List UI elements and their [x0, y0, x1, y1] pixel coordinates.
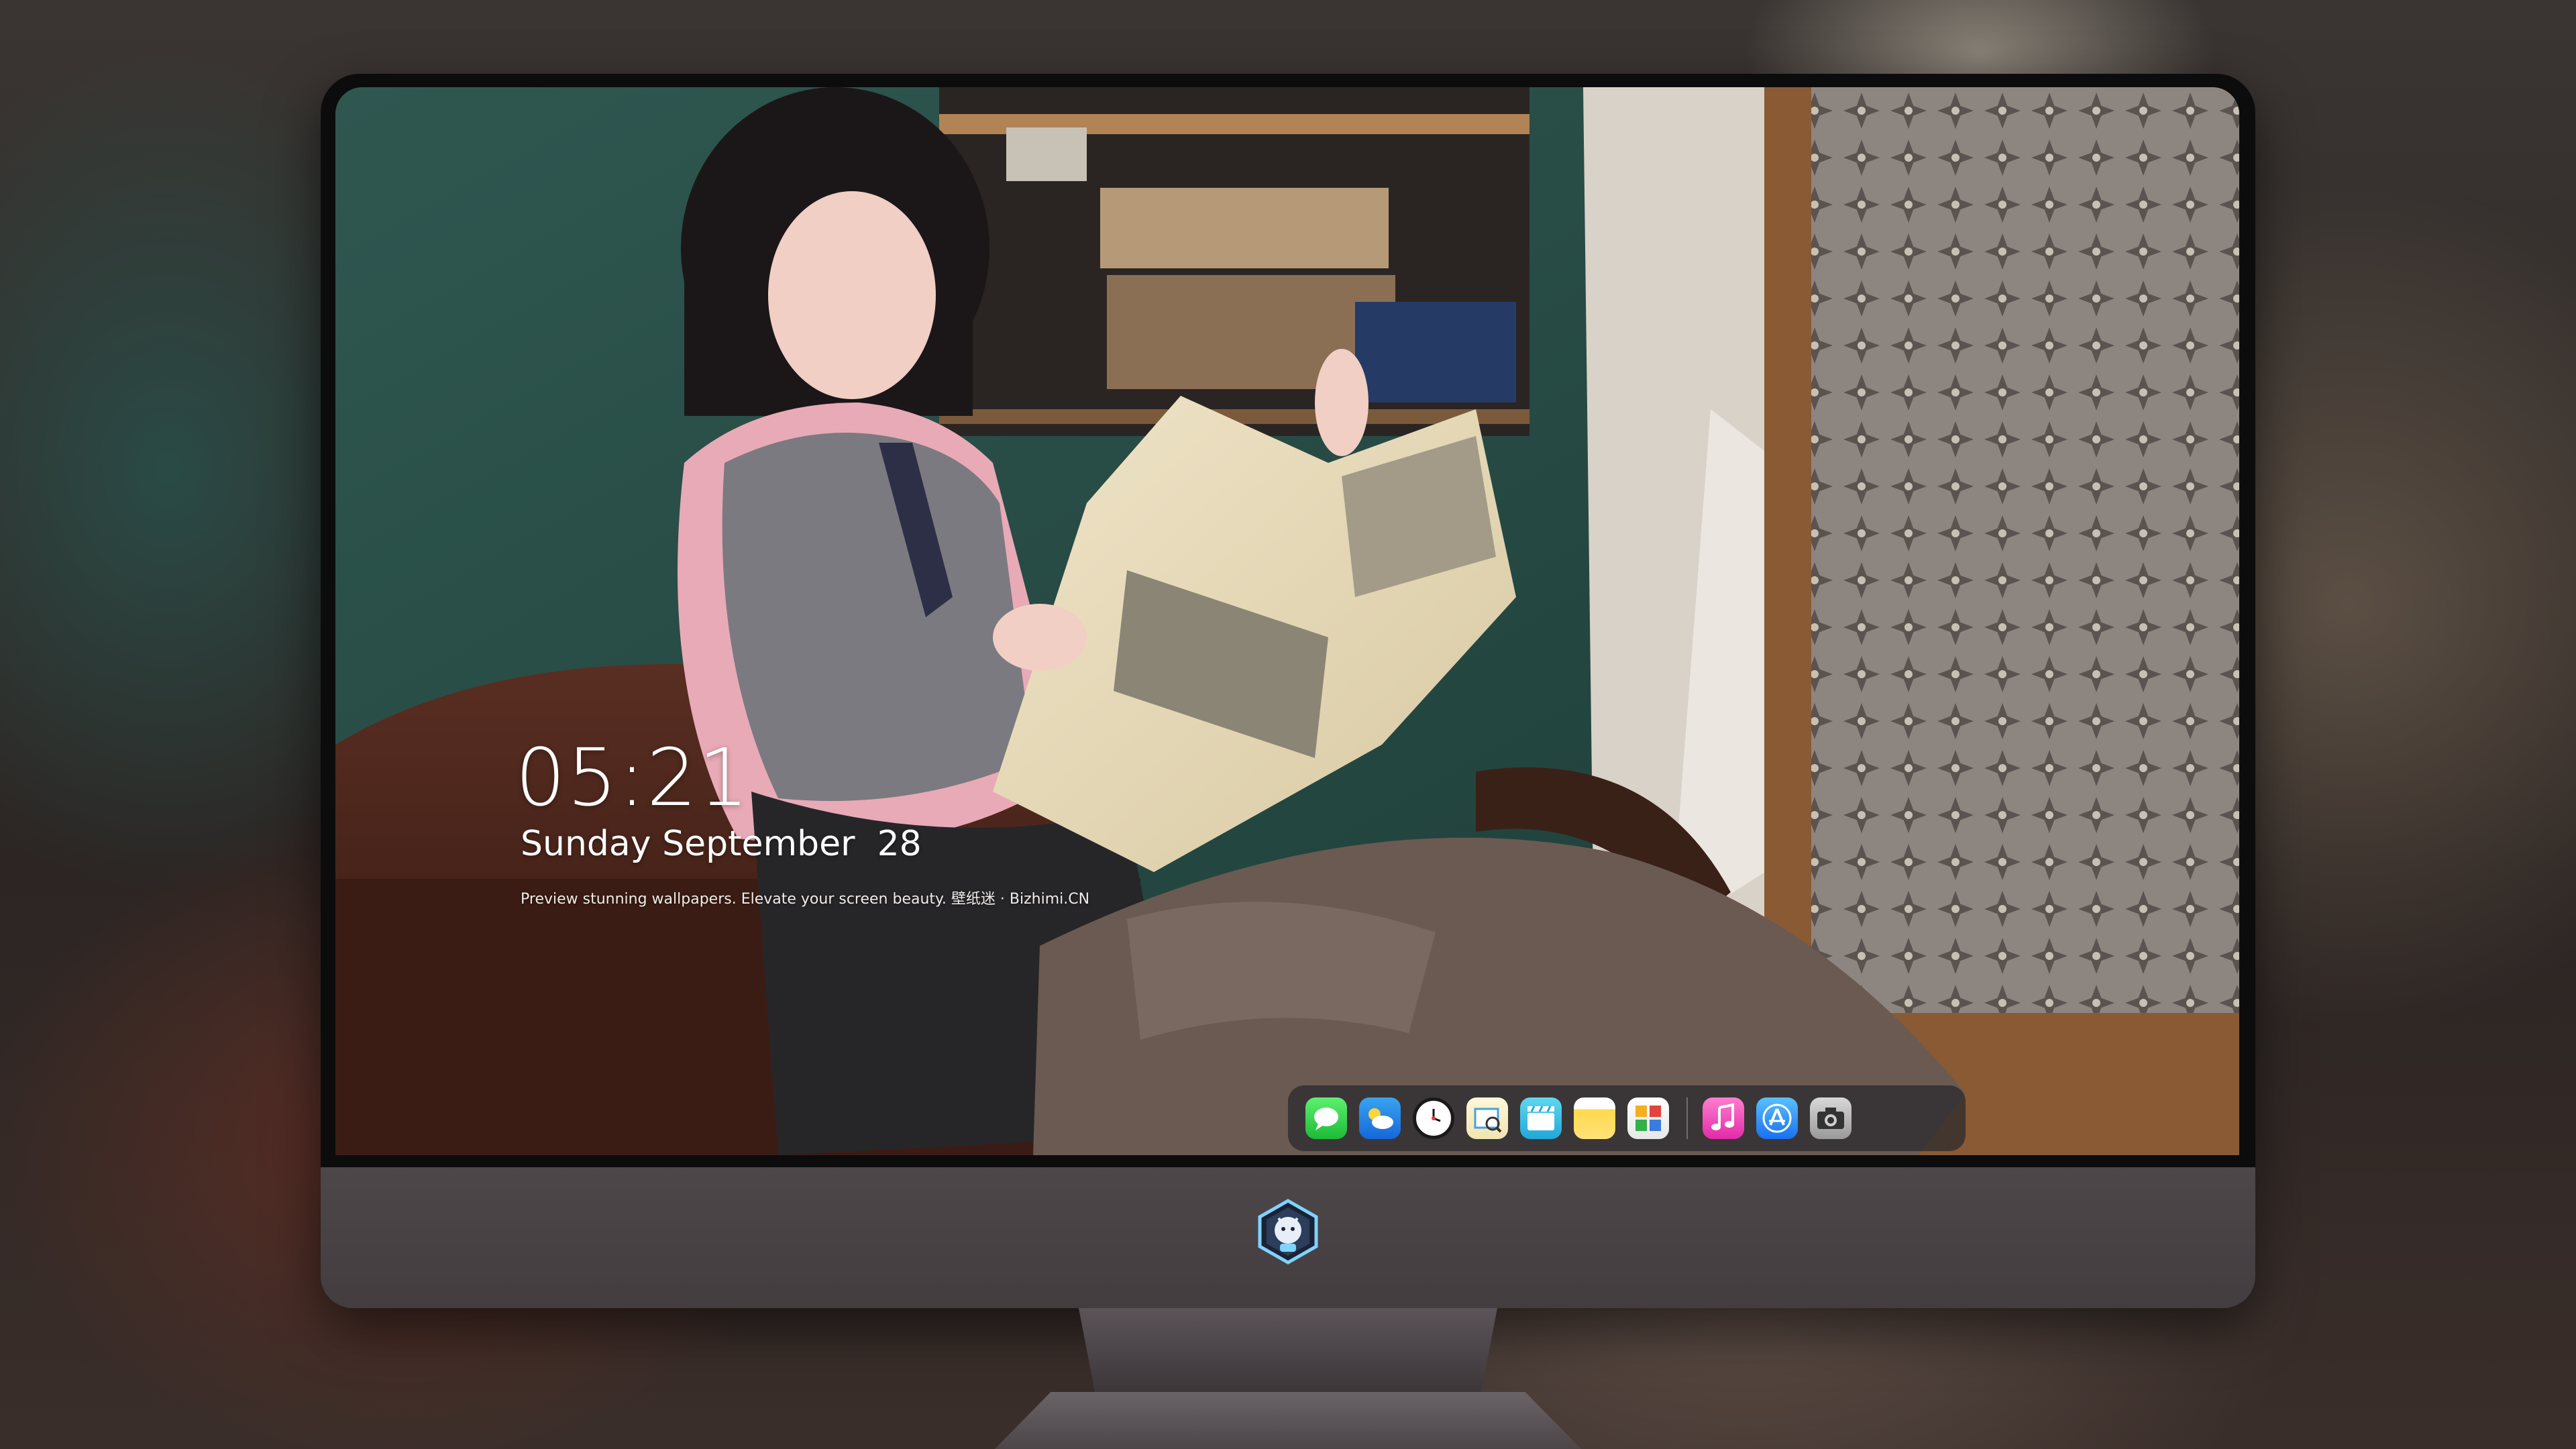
monitor-stand-base: [991, 1392, 1585, 1449]
wallpaper: [335, 87, 2239, 1155]
clips-icon[interactable]: [1520, 1097, 1562, 1139]
notes-icon[interactable]: [1574, 1097, 1615, 1139]
app-store-icon[interactable]: [1756, 1097, 1798, 1139]
messages-icon[interactable]: [1305, 1097, 1347, 1139]
monitor: 05:21 Sunday September 28 Preview stunni…: [321, 74, 2255, 1308]
brand-logo-icon: [1258, 1199, 1318, 1265]
wallpaper-tagline: Preview stunning wallpapers. Elevate you…: [521, 891, 1090, 908]
dock-separator: [1686, 1097, 1688, 1139]
photos-icon[interactable]: [1627, 1097, 1669, 1139]
lock-time: 05:21: [515, 731, 751, 824]
music-icon[interactable]: [1703, 1097, 1744, 1139]
screen: 05:21 Sunday September 28 Preview stunni…: [335, 87, 2239, 1155]
lock-date: Sunday September 28: [521, 824, 922, 864]
clock-icon[interactable]: [1413, 1097, 1454, 1139]
desktop-stage: 05:21 Sunday September 28 Preview stunni…: [0, 0, 2576, 1449]
monitor-stand-neck: [1079, 1308, 1497, 1395]
dock: [1288, 1085, 1966, 1151]
monitor-bezel: 05:21 Sunday September 28 Preview stunni…: [321, 74, 2255, 1167]
camera-icon[interactable]: [1810, 1097, 1851, 1139]
preview-icon[interactable]: [1466, 1097, 1508, 1139]
weather-icon[interactable]: [1359, 1097, 1401, 1139]
